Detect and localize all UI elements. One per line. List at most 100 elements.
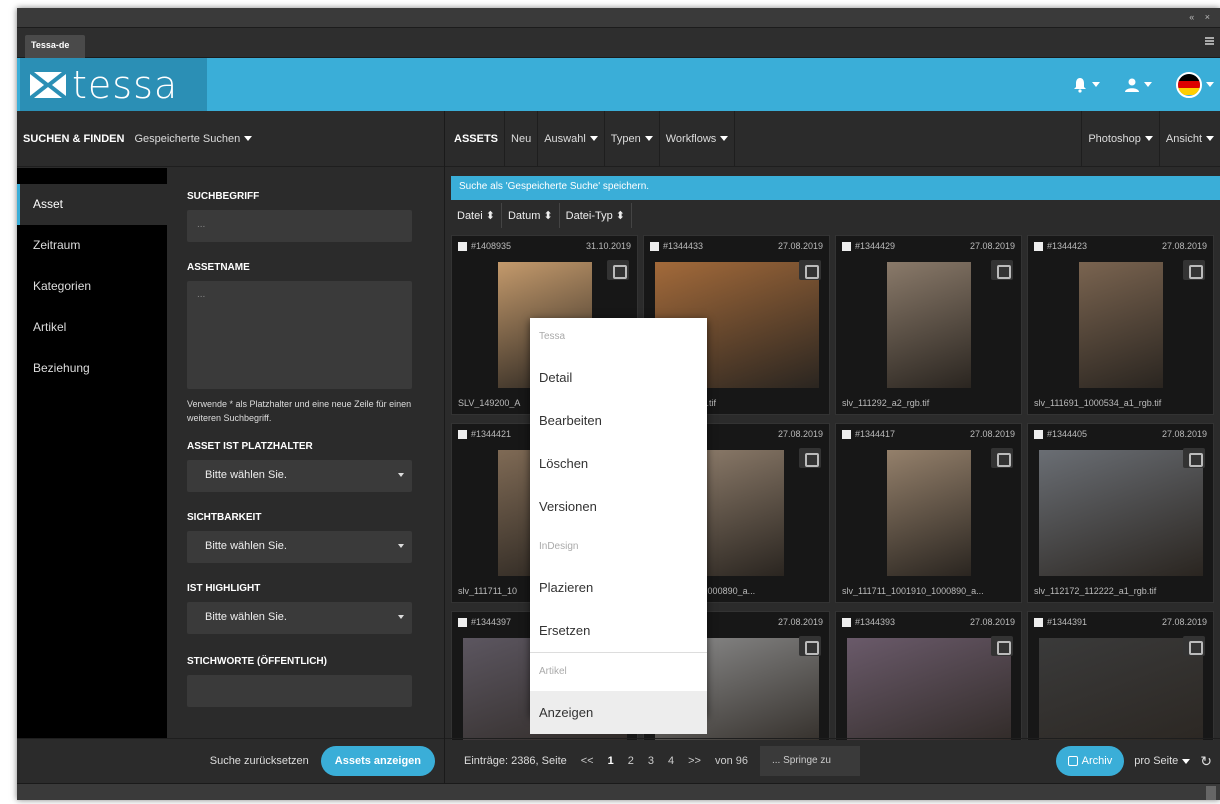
workflows-dropdown[interactable]: Workflows bbox=[660, 110, 736, 167]
place-icon[interactable] bbox=[991, 260, 1013, 280]
asset-checkbox[interactable] bbox=[458, 429, 467, 439]
place-icon[interactable] bbox=[991, 636, 1013, 656]
place-icon[interactable] bbox=[799, 636, 821, 656]
view-dropdown[interactable]: Ansicht bbox=[1160, 111, 1220, 167]
asset-card[interactable]: #1344393 27.08.2019 bbox=[835, 611, 1022, 740]
language-button[interactable] bbox=[1176, 71, 1214, 98]
asset-checkbox[interactable] bbox=[1034, 241, 1043, 251]
asset-card[interactable]: #1344417 27.08.2019 slv_111711_1001910_100… bbox=[835, 423, 1022, 603]
asset-checkbox[interactable] bbox=[458, 241, 467, 251]
photoshop-dropdown[interactable]: Photoshop bbox=[1082, 110, 1160, 167]
assetname-textarea[interactable]: ... bbox=[187, 281, 412, 389]
asset-checkbox[interactable] bbox=[842, 617, 851, 627]
asset-id: #1408935 bbox=[471, 241, 512, 251]
place-icon[interactable] bbox=[1183, 636, 1205, 656]
asset-card[interactable]: #1344405 27.08.2019 slv_112172_112222_a1_r… bbox=[1027, 423, 1214, 603]
notifications-button[interactable] bbox=[1072, 77, 1100, 93]
reset-search-button[interactable]: Suche zurücksetzen bbox=[210, 755, 309, 767]
asset-card[interactable]: #1344391 27.08.2019 bbox=[1027, 611, 1214, 740]
scrollbar-handle[interactable] bbox=[1206, 786, 1216, 800]
search-hint: Verwende * als Platzhalter und eine neue… bbox=[187, 399, 412, 423]
tab-tessa-de[interactable]: Tessa-de bbox=[25, 35, 85, 58]
asset-card[interactable]: #1344423 27.08.2019 slv_111691_1000534_a1_… bbox=[1027, 235, 1214, 415]
asset-date: 27.08.2019 bbox=[777, 617, 823, 627]
menu-item-edit[interactable]: Bearbeiten bbox=[530, 399, 707, 442]
place-icon[interactable] bbox=[1183, 260, 1205, 280]
jump-to-page-input[interactable]: ... Springe zu bbox=[760, 746, 860, 776]
caret-down-icon bbox=[244, 136, 253, 141]
asset-checkbox[interactable] bbox=[650, 241, 659, 251]
asset-checkbox[interactable] bbox=[1034, 429, 1043, 439]
place-icon[interactable] bbox=[1183, 448, 1205, 468]
asset-checkbox[interactable] bbox=[842, 429, 851, 439]
nav-item-zeitraum[interactable]: Zeitraum bbox=[17, 225, 167, 266]
workflows-label: Workflows bbox=[665, 132, 717, 145]
last-page-button[interactable]: >> bbox=[688, 755, 701, 767]
title-bar: « × bbox=[17, 8, 1220, 28]
selection-dropdown[interactable]: Auswahl bbox=[538, 110, 605, 167]
page-1-button[interactable]: 1 bbox=[608, 755, 614, 767]
asset-checkbox[interactable] bbox=[458, 617, 467, 627]
status-bar bbox=[17, 783, 1220, 800]
menu-item-place[interactable]: Plazieren bbox=[530, 566, 707, 609]
saved-searches-label: Gespeicherte Suchen bbox=[134, 132, 241, 145]
nav-item-beziehung[interactable]: Beziehung bbox=[17, 348, 167, 389]
menu-item-detail[interactable]: Detail bbox=[530, 356, 707, 399]
page-total: von 96 bbox=[714, 755, 748, 767]
page-4-button[interactable]: 4 bbox=[668, 755, 674, 767]
sort-file-button[interactable]: Datei ⬍ bbox=[451, 203, 502, 228]
per-page-dropdown[interactable]: pro Seite bbox=[1134, 755, 1191, 767]
archive-toggle-button[interactable]: Archiv bbox=[1055, 746, 1125, 776]
platzhalter-select[interactable]: Bitte wählen Sie. bbox=[187, 460, 412, 492]
place-icon[interactable] bbox=[607, 260, 629, 280]
highlight-select[interactable]: Bitte wählen Sie. bbox=[187, 602, 412, 634]
save-search-bar[interactable]: Suche als 'Gespeicherte Suche' speichern… bbox=[451, 176, 1220, 200]
asset-card-header: #1344391 27.08.2019 bbox=[1028, 612, 1213, 632]
menu-item-versions[interactable]: Versionen bbox=[530, 485, 707, 528]
asset-image bbox=[1078, 262, 1163, 388]
types-dropdown[interactable]: Typen bbox=[605, 110, 660, 167]
nav-item-kategorien[interactable]: Kategorien bbox=[17, 266, 167, 307]
nav-item-artikel[interactable]: Artikel bbox=[17, 307, 167, 348]
place-icon[interactable] bbox=[799, 448, 821, 468]
new-asset-button[interactable]: Neu bbox=[505, 110, 539, 167]
entries-count: Einträge: 2386, Seite bbox=[464, 755, 567, 767]
asset-date: 27.08.2019 bbox=[1161, 429, 1207, 439]
logo-text: tessa bbox=[72, 62, 179, 107]
asset-card-header: #1344433 27.08.2019 bbox=[644, 236, 829, 256]
window-controls[interactable]: « × bbox=[1189, 12, 1214, 22]
caret-down-icon bbox=[1092, 82, 1100, 87]
place-icon[interactable] bbox=[991, 448, 1013, 468]
sichtbarkeit-select[interactable]: Bitte wählen Sie. bbox=[187, 531, 412, 563]
asset-checkbox[interactable] bbox=[842, 241, 851, 251]
refresh-icon[interactable]: ↻ bbox=[1200, 753, 1212, 770]
sort-filetype-button[interactable]: Datei-Typ ⬍ bbox=[560, 203, 633, 228]
sichtbarkeit-value: Bitte wählen Sie. bbox=[205, 540, 287, 552]
saved-searches-dropdown[interactable]: Gespeicherte Suchen bbox=[124, 132, 253, 145]
page-3-button[interactable]: 3 bbox=[648, 755, 654, 767]
sort-date-button[interactable]: Datum ⬍ bbox=[502, 203, 560, 228]
nav-item-asset[interactable]: Asset bbox=[17, 184, 167, 225]
hamburger-menu-icon[interactable] bbox=[1205, 37, 1214, 45]
menu-item-delete[interactable]: Löschen bbox=[530, 442, 707, 485]
show-assets-button[interactable]: Assets anzeigen bbox=[320, 746, 435, 776]
app-header: tessa bbox=[17, 58, 1220, 111]
asset-card-header: #1344405 27.08.2019 bbox=[1028, 424, 1213, 444]
user-menu-button[interactable] bbox=[1124, 77, 1152, 93]
tessa-logo[interactable]: tessa bbox=[20, 58, 207, 111]
first-page-button[interactable]: << bbox=[581, 755, 594, 767]
asset-image bbox=[1038, 638, 1203, 740]
asset-checkbox[interactable] bbox=[1034, 617, 1043, 627]
menu-item-replace[interactable]: Ersetzen bbox=[530, 609, 707, 652]
asset-card[interactable]: #1344429 27.08.2019 slv_111292_a2_rgb.tif bbox=[835, 235, 1022, 415]
menu-item-show[interactable]: Anzeigen bbox=[530, 691, 707, 734]
page-2-button[interactable]: 2 bbox=[628, 755, 634, 767]
place-icon[interactable] bbox=[799, 260, 821, 280]
select-arrow-icon bbox=[398, 473, 404, 477]
platzhalter-value: Bitte wählen Sie. bbox=[205, 469, 287, 481]
toolbar-spacer bbox=[735, 110, 1083, 167]
asset-filename: slv_111292_a2_rgb.tif bbox=[842, 398, 930, 408]
stichworte-input[interactable] bbox=[187, 675, 412, 707]
photoshop-label: Photoshop bbox=[1088, 132, 1141, 145]
suchbegriff-input[interactable]: ... bbox=[187, 210, 412, 242]
